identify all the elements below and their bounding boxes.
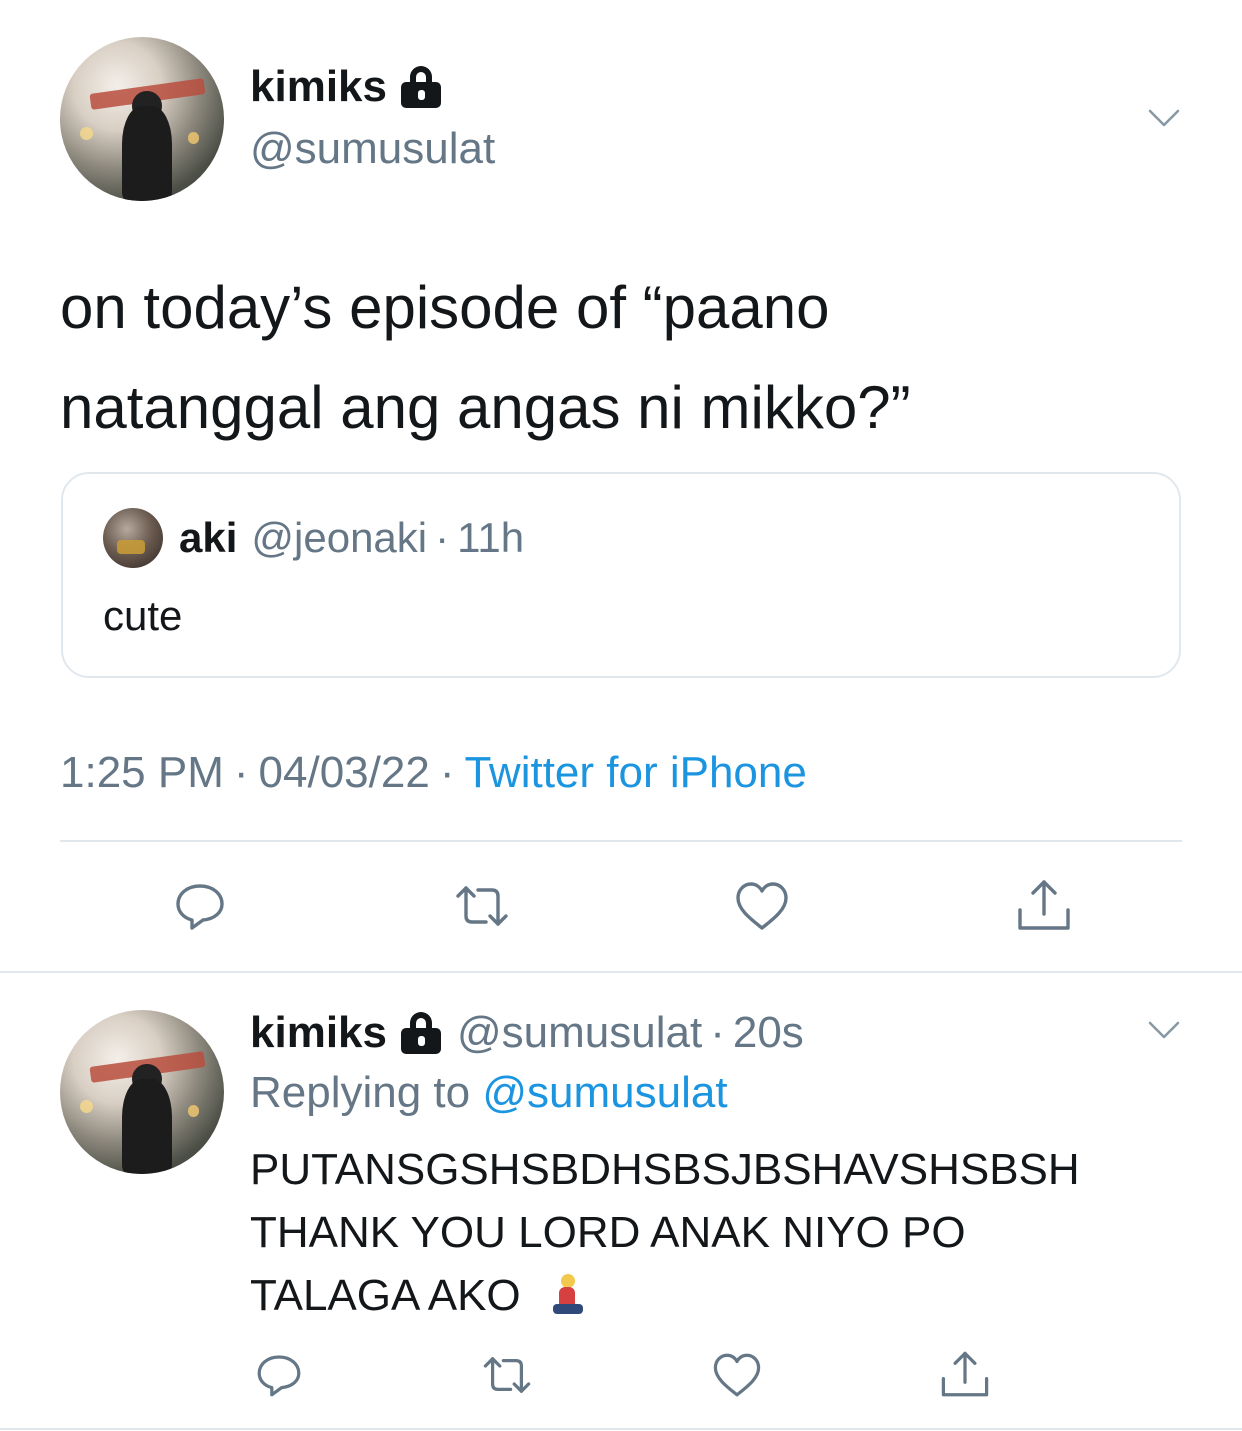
meta-separator: · [710,1008,725,1057]
lock-icon [400,66,441,108]
avatar-light [79,1100,93,1114]
tweet-author[interactable]: kimiks [250,62,441,112]
quote-separator: · [435,514,450,561]
reply-icon[interactable] [252,1348,306,1402]
reply-text: PUTANSGSHSBDHSBSJBSHAVSHSBSH THANK YOU L… [250,1138,1180,1327]
heart-icon[interactable] [710,1348,764,1402]
share-icon[interactable] [1014,876,1074,936]
mention-link[interactable]: @sumusulat [482,1068,727,1117]
replying-to-label: Replying to [250,1068,471,1117]
avatar-light [187,132,200,144]
meta-separator: · [439,748,455,797]
display-name[interactable]: kimiks [250,62,387,112]
reply-icon[interactable] [170,876,230,936]
chevron-down-icon[interactable] [1146,1012,1182,1048]
avatar[interactable] [60,37,224,201]
chevron-down-icon[interactable] [1146,100,1182,136]
quote-header: aki @jeonaki · 11h [179,514,524,562]
reply-text-segment: TALAGA AKO [250,1271,521,1320]
display-name[interactable]: kimiks [250,1008,387,1058]
lock-icon [400,1012,441,1054]
tweet-time: 1:25 PM [60,748,224,797]
avatar-light [79,127,93,141]
quote-time: 11h [457,514,525,561]
reply-author[interactable]: kimiks @sumusulat · 20s [250,1008,804,1058]
quoted-tweet[interactable]: aki @jeonaki · 11h cute [61,472,1181,678]
person-kneeling-emoji [551,1274,585,1316]
reply-text-line: PUTANSGSHSBDHSBSJBSHAVSHSBSH [250,1145,1080,1194]
tweet-meta: 1:25 PM · 04/03/22 · Twitter for iPhone [60,748,807,798]
tweet-text: on today’s episode of “paano natanggal a… [60,258,1180,458]
divider [0,971,1242,973]
quote-display-name: aki [179,514,238,561]
retweet-icon[interactable] [480,1348,534,1402]
heart-icon[interactable] [732,876,792,936]
avatar[interactable] [60,1010,224,1174]
avatar-person [122,105,172,201]
quote-text: cute [103,592,183,639]
tweet-date: 04/03/22 [258,748,430,797]
user-handle[interactable]: @sumusulat [250,124,495,174]
replying-to: Replying to @sumusulat [250,1068,728,1118]
quote-handle: @jeonaki [251,514,428,561]
divider [0,1428,1242,1430]
user-handle[interactable]: @sumusulat [457,1008,702,1058]
retweet-icon[interactable] [452,876,512,936]
divider [60,840,1182,842]
tweet-text-line: on today’s episode of “paano [60,274,830,341]
tweet-source-link[interactable]: Twitter for iPhone [464,748,806,798]
reply-time: 20s [732,1008,804,1057]
avatar-person [122,1078,172,1174]
avatar-light [187,1105,200,1117]
share-icon[interactable] [938,1348,992,1402]
meta-separator: · [233,748,249,797]
reply-text-line: THANK YOU LORD ANAK NIYO PO [250,1208,966,1257]
quote-avatar [103,508,163,568]
tweet-text-line: natanggal ang angas ni mikko?” [60,374,911,441]
reply-text-line: TALAGA AKO [250,1264,1180,1327]
